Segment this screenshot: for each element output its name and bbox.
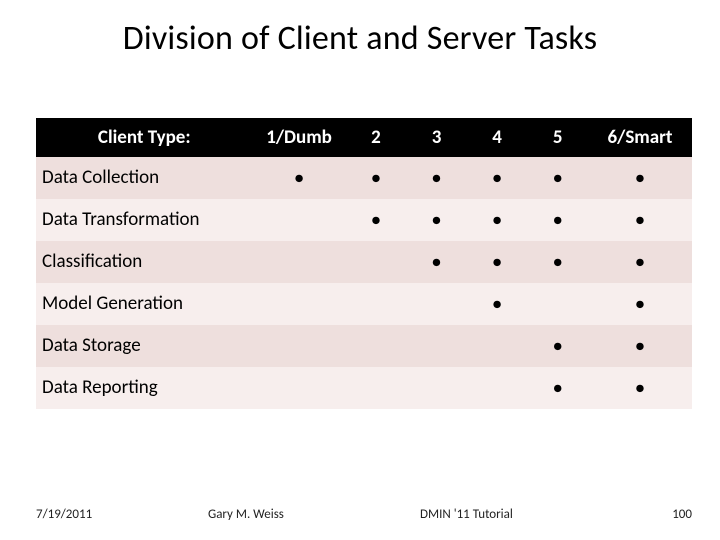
dot-icon: ● [432, 253, 442, 272]
slide-footer: 7/19/2011 Gary M. Weiss DMIN '11 Tutoria… [36, 507, 692, 522]
task-table: Client Type: 1/Dumb 2 3 4 5 6/Smart Data… [36, 118, 692, 409]
dot-icon: ● [553, 337, 563, 356]
cell: ● [588, 157, 692, 199]
row-label: Classification [36, 241, 253, 283]
cell: ● [527, 325, 588, 367]
col-header-client-type: Client Type: [36, 118, 253, 157]
dot-icon: ● [635, 253, 645, 272]
cell [346, 241, 407, 283]
col-header-2: 2 [346, 118, 407, 157]
cell [346, 283, 407, 325]
dot-icon: ● [294, 169, 304, 188]
cell: ● [588, 241, 692, 283]
dot-icon: ● [432, 211, 442, 230]
cell: ● [346, 157, 407, 199]
cell: ● [588, 325, 692, 367]
cell [346, 367, 407, 409]
cell [527, 283, 588, 325]
cell [406, 283, 467, 325]
dot-icon: ● [553, 379, 563, 398]
row-label: Data Storage [36, 325, 253, 367]
table-row: Data Reporting ● ● [36, 367, 692, 409]
slide: Division of Client and Server Tasks Clie… [0, 0, 720, 540]
col-header-3: 3 [406, 118, 467, 157]
dot-icon: ● [635, 211, 645, 230]
table-row: Classification ● ● ● ● [36, 241, 692, 283]
dot-icon: ● [371, 211, 381, 230]
slide-title: Division of Client and Server Tasks [0, 18, 720, 59]
dot-icon: ● [635, 337, 645, 356]
footer-page: 100 [632, 507, 692, 522]
cell: ● [588, 283, 692, 325]
table-header-row: Client Type: 1/Dumb 2 3 4 5 6/Smart [36, 118, 692, 157]
table-row: Data Storage ● ● [36, 325, 692, 367]
cell: ● [588, 367, 692, 409]
cell [467, 325, 528, 367]
dot-icon: ● [371, 169, 381, 188]
row-label: Model Generation [36, 283, 253, 325]
footer-author: Gary M. Weiss [208, 507, 368, 522]
dot-icon: ● [492, 211, 502, 230]
dot-icon: ● [635, 295, 645, 314]
row-label: Data Reporting [36, 367, 253, 409]
cell: ● [253, 157, 346, 199]
table-row: Data Transformation ● ● ● ● ● [36, 199, 692, 241]
table-row: Model Generation ● ● [36, 283, 692, 325]
cell: ● [406, 199, 467, 241]
cell [253, 241, 346, 283]
footer-date: 7/19/2011 [36, 507, 156, 522]
row-label: Data Transformation [36, 199, 253, 241]
cell [406, 367, 467, 409]
dot-icon: ● [492, 169, 502, 188]
dot-icon: ● [492, 295, 502, 314]
cell [253, 283, 346, 325]
dot-icon: ● [635, 169, 645, 188]
cell [253, 367, 346, 409]
row-label: Data Collection [36, 157, 253, 199]
footer-venue: DMIN '11 Tutorial [420, 507, 580, 522]
cell: ● [588, 199, 692, 241]
cell: ● [467, 199, 528, 241]
cell: ● [406, 157, 467, 199]
dot-icon: ● [553, 211, 563, 230]
cell: ● [527, 367, 588, 409]
dot-icon: ● [432, 169, 442, 188]
cell: ● [467, 241, 528, 283]
table-row: Data Collection ● ● ● ● ● ● [36, 157, 692, 199]
cell: ● [467, 157, 528, 199]
cell: ● [467, 283, 528, 325]
col-header-4: 4 [467, 118, 528, 157]
cell [253, 199, 346, 241]
cell [346, 325, 407, 367]
col-header-5: 5 [527, 118, 588, 157]
col-header-6: 6/Smart [588, 118, 692, 157]
cell: ● [346, 199, 407, 241]
cell [253, 325, 346, 367]
cell: ● [527, 157, 588, 199]
col-header-1: 1/Dumb [253, 118, 346, 157]
cell: ● [406, 241, 467, 283]
cell [467, 367, 528, 409]
cell: ● [527, 241, 588, 283]
dot-icon: ● [492, 253, 502, 272]
dot-icon: ● [553, 169, 563, 188]
dot-icon: ● [635, 379, 645, 398]
dot-icon: ● [553, 253, 563, 272]
cell: ● [527, 199, 588, 241]
cell [406, 325, 467, 367]
client-server-table: Client Type: 1/Dumb 2 3 4 5 6/Smart Data… [36, 118, 692, 409]
